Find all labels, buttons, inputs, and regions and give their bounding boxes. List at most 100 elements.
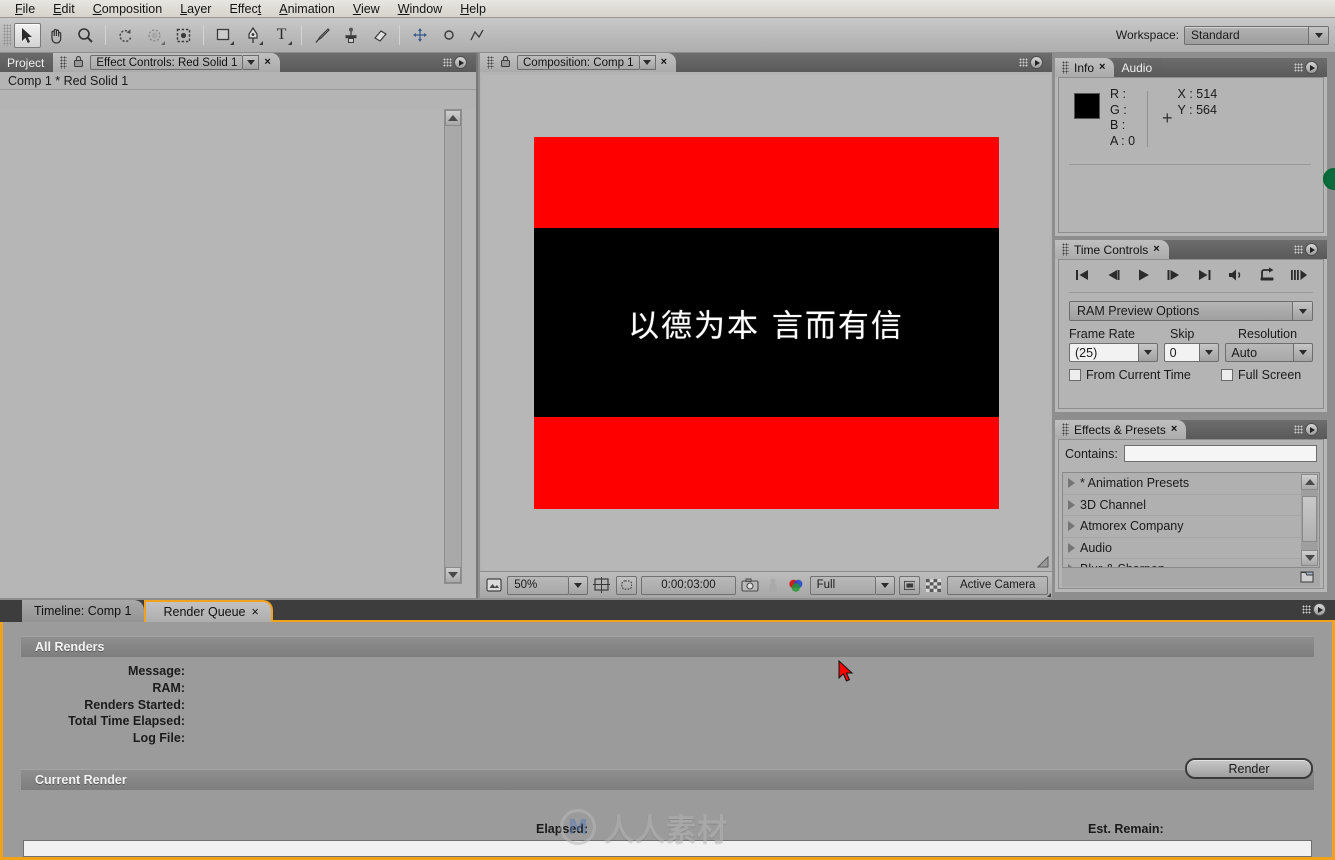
menu-item-layer[interactable]: Layer [171,2,220,17]
pen-tool-icon[interactable] [239,23,266,48]
menu-item-view[interactable]: View [344,2,389,17]
brush-tool-icon[interactable] [308,23,335,48]
zoom-tool-icon[interactable] [72,23,99,48]
orbit-camera-tool-icon[interactable] [141,23,168,48]
scroll-up-icon[interactable] [1301,474,1318,490]
move-axis-icon[interactable] [406,23,433,48]
clone-stamp-tool-icon[interactable] [337,23,364,48]
list-item[interactable]: Audio [1063,538,1319,559]
mask-toggle-icon[interactable] [615,575,638,595]
new-folder-icon[interactable] [1300,570,1314,586]
snapshot-camera-icon[interactable] [740,575,759,595]
tab-effect-controls[interactable]: Effect Controls: Red Solid 1 × [53,53,280,72]
eraser-tool-icon[interactable] [366,23,393,48]
close-icon[interactable]: × [1171,424,1177,435]
panel-menu-icon[interactable] [1305,423,1318,436]
render-button[interactable]: Render [1185,758,1313,779]
tab-info[interactable]: Info × [1055,58,1115,77]
menu-item-animation[interactable]: Animation [270,2,344,17]
frame-rate-select[interactable]: (25) [1069,343,1158,362]
loop-icon[interactable] [1259,267,1276,285]
effects-list-scrollbar[interactable] [1301,474,1318,566]
checkbox-icon[interactable] [1069,369,1081,381]
effect-controls-scrollbar[interactable] [444,109,462,584]
menu-item-effect[interactable]: Effect [220,2,270,17]
panel-menu-icon[interactable] [1305,61,1318,74]
list-item[interactable]: Blur & Sharpen [1063,559,1319,567]
menu-item-edit[interactable]: Edit [44,2,84,17]
selection-tool-icon[interactable] [14,22,41,48]
tab-composition[interactable]: Composition: Comp 1 × [480,53,677,72]
panel-menu-icon[interactable] [1305,243,1318,256]
type-tool-icon[interactable]: T [268,23,295,48]
tab-timeline[interactable]: Timeline: Comp 1 [22,600,144,622]
menu-item-composition[interactable]: Composition [84,2,171,17]
zoom-chevron-down-icon[interactable] [569,575,589,595]
channels-rgb-icon[interactable] [786,575,1051,597]
expand-arrow-icon[interactable] [1068,478,1075,489]
audio-toggle-icon[interactable] [1227,268,1245,285]
resolution-select[interactable]: Full [809,575,895,595]
panel-menu-icon[interactable] [454,56,467,69]
resolution-select[interactable]: Auto [1225,343,1314,362]
last-frame-icon[interactable] [1196,268,1213,285]
menu-item-help[interactable]: Help [451,2,495,17]
resolution-chevron-down-icon[interactable] [1294,343,1314,362]
render-queue-panel-menu[interactable] [1302,602,1332,617]
list-item[interactable]: * Animation Presets [1063,473,1319,495]
from-current-time-checkbox[interactable]: From Current Time [1069,368,1221,382]
expand-arrow-icon[interactable] [1068,542,1075,553]
composition-chevron-down-icon[interactable] [639,55,656,70]
zoom-select[interactable]: 50% [507,575,589,595]
camera-view-select[interactable]: Active Camera [947,575,1049,595]
close-icon[interactable]: × [661,57,667,68]
close-icon[interactable]: × [264,57,270,68]
previous-frame-icon[interactable] [1105,268,1122,285]
list-item[interactable]: 3D Channel [1063,495,1319,516]
transparency-grid-icon[interactable] [924,575,943,595]
composition-panel-menu[interactable] [1019,55,1049,70]
frame-rate-chevron-down-icon[interactable] [1138,343,1158,362]
effects-presets-panel-menu[interactable] [1294,422,1324,437]
info-panel-menu[interactable] [1294,60,1324,75]
toolbar-grip[interactable] [3,24,11,46]
shape-tool-icon[interactable] [210,23,237,48]
pan-behind-tool-icon[interactable] [170,23,197,48]
resolution-chevron-down-icon[interactable] [875,575,895,595]
effect-controls-chevron-down-icon[interactable] [243,55,260,70]
panel-menu-icon[interactable] [1313,603,1326,616]
hand-tool-icon[interactable] [43,23,70,48]
lock-icon[interactable] [72,55,85,71]
list-item[interactable]: Atmorex Company [1063,516,1319,538]
time-controls-panel-menu[interactable] [1294,242,1324,257]
scroll-down-icon[interactable] [445,567,461,583]
workspace-select[interactable]: Standard [1184,25,1329,45]
first-frame-icon[interactable] [1074,268,1091,285]
grid-icon[interactable] [464,23,491,48]
menu-item-window[interactable]: Window [389,2,451,17]
lock-icon[interactable] [499,55,512,71]
skip-select[interactable]: 0 [1163,343,1220,362]
region-of-interest-icon[interactable] [592,575,611,595]
skip-chevron-down-icon[interactable] [1200,343,1220,362]
ram-preview-chevron-down-icon[interactable] [1292,302,1312,320]
close-icon[interactable]: × [1153,244,1159,255]
toggle-icon[interactable] [435,23,462,48]
expand-arrow-icon[interactable] [1068,499,1075,510]
next-frame-icon[interactable] [1165,268,1182,285]
always-preview-icon[interactable] [484,575,503,595]
panel-menu-icon[interactable] [1030,56,1043,69]
expand-arrow-icon[interactable] [1068,521,1075,532]
composition-canvas[interactable]: 以德为本 言而有信 [533,136,999,509]
contains-input[interactable] [1123,445,1317,462]
full-screen-checkbox[interactable]: Full Screen [1221,368,1301,382]
resize-grip-icon[interactable] [1036,555,1049,568]
ram-preview-options-select[interactable]: RAM Preview Options [1069,301,1313,321]
tab-time-controls[interactable]: Time Controls × [1055,240,1169,259]
tab-render-queue[interactable]: Render Queue × [143,600,273,622]
tab-effects-presets[interactable]: Effects & Presets × [1055,420,1187,439]
tab-audio[interactable]: Audio [1114,58,1162,77]
scroll-up-icon[interactable] [445,110,461,126]
menu-item-file[interactable]: File [6,2,44,17]
show-snapshot-icon[interactable] [763,575,782,595]
